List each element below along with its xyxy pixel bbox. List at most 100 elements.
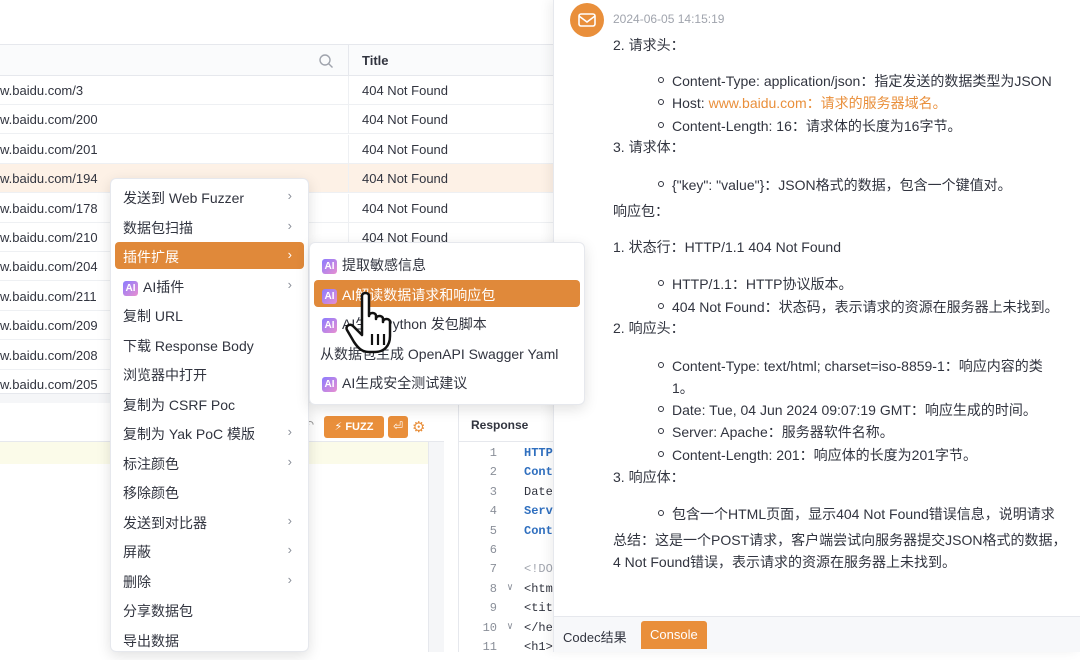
menu-item[interactable]: 插件扩展 › — [115, 242, 304, 269]
menu-item[interactable]: 数据包扫描 › — [115, 213, 304, 240]
line-text: Cont — [524, 523, 553, 538]
answer-line: 1. 状态行：HTTP/1.1 404 Not Found — [613, 239, 841, 255]
menu-item[interactable]: 标注颜色 › — [115, 449, 304, 476]
submenu-item-label: AI AI生成安全测试建议 — [322, 373, 467, 393]
code-line: 9 <tit — [459, 601, 554, 621]
line-text: Serv — [524, 504, 553, 519]
line-number: 3 — [489, 484, 497, 499]
row-title: 404 Not Found — [362, 112, 449, 128]
ai-answer-panel: 2024-06-05 14:15:19 2. 请求头： Content-Type:… — [553, 0, 1080, 652]
menu-item-text: AI插件 — [143, 278, 185, 295]
answer-line: Host: www.baidu.com：请求的服务器域名。 — [672, 93, 947, 113]
menu-item-text: 复制为 CSRF Poc — [123, 396, 236, 413]
menu-item-label: 屏蔽 — [123, 542, 151, 562]
submenu-item-text: 提取敏感信息 — [342, 257, 426, 273]
answer-line: Content-Type: application/json：指定发送的数据类型… — [672, 73, 1052, 89]
row-url: w.baidu.com/200 — [0, 112, 98, 128]
line-number: 5 — [489, 523, 497, 538]
menu-item[interactable]: 删除 › — [115, 567, 304, 594]
menu-item[interactable]: 复制为 Yak PoC 模版 › — [115, 419, 304, 446]
tab-console[interactable]: Console — [641, 621, 707, 649]
scrollbar[interactable] — [428, 442, 444, 652]
menu-item-label: 插件扩展 — [123, 247, 179, 267]
menu-item[interactable]: 浏览器中打开 — [115, 360, 304, 387]
tab-codec[interactable]: Codec结果 — [554, 621, 636, 649]
code-line: 11 <h1> — [459, 640, 554, 660]
answer-line: 404 Not Found：状态码，表示请求的资源在服务器上未找到。 — [672, 299, 1059, 315]
menu-item-label: 浏览器中打开 — [123, 365, 207, 385]
submenu-item-label: AI 提取敏感信息 — [322, 255, 426, 275]
chevron-right-icon: › — [287, 188, 292, 203]
menu-item-label: 移除颜色 — [123, 483, 179, 503]
menu-item-text: 发送到对比器 — [123, 514, 207, 531]
chevron-down-icon[interactable]: ∨ — [507, 621, 513, 633]
chevron-right-icon: › — [287, 571, 292, 587]
list-bullet — [658, 99, 664, 105]
menu-item-text: 浏览器中打开 — [123, 367, 207, 383]
list-bullet — [658, 280, 664, 286]
submenu-item-text: AI生成安全测试建议 — [342, 375, 468, 391]
menu-item[interactable]: 发送到 Web Fuzzer › — [115, 183, 304, 210]
menu-item[interactable]: 复制为 CSRF Poc — [115, 390, 304, 417]
list-bullet — [658, 451, 664, 457]
search-icon[interactable] — [318, 53, 334, 69]
table-row[interactable]: w.baidu.com/200 404 Not Found — [0, 105, 553, 135]
code-line: 8 ∨ <htm — [459, 582, 554, 602]
chevron-right-icon: › — [287, 424, 292, 439]
row-title: 404 Not Found — [362, 141, 449, 157]
answer-line: 1。 — [672, 380, 694, 396]
message-timestamp: 2024-06-05 14:15:19 — [613, 12, 725, 26]
column-divider — [348, 45, 349, 77]
bottom-tabs: Codec结果 Console — [554, 616, 1080, 652]
ai-icon: AI — [322, 288, 337, 304]
menu-item-text: 复制 URL — [123, 308, 183, 324]
menu-item[interactable]: AI AI插件 › — [115, 272, 304, 299]
answer-line: Date: Tue, 04 Jun 2024 09:07:19 GMT：响应生成… — [672, 402, 1037, 418]
row-url: w.baidu.com/211 — [0, 288, 97, 304]
response-editor[interactable]: Response 1 HTTP 2 Cont 3 Date 4 Serv 5 Cont 6 7 <!DO… — [458, 404, 554, 654]
line-text: <!DO — [524, 562, 553, 577]
line-text: <htm — [524, 581, 553, 596]
code-line: 7 <!DO — [459, 562, 554, 582]
answer-line: Content-Length: 16：请求体的长度为16字节。 — [672, 118, 962, 134]
menu-item[interactable]: 下载 Response Body — [115, 331, 304, 358]
code-line: 1 HTTP — [459, 446, 554, 466]
menu-item[interactable]: 屏蔽 › — [115, 537, 304, 564]
title-column-header[interactable]: Title — [362, 53, 389, 68]
enter-icon[interactable]: ⏎ — [388, 416, 408, 438]
answer-line: 4 Not Found错误，表示请求的资源在服务器上未找到。 — [613, 554, 957, 570]
submenu-item[interactable]: AI AI生成安全测试建议 — [314, 368, 580, 395]
submenu-item[interactable]: AI 提取敏感信息 — [314, 250, 580, 277]
row-url: w.baidu.com/194 — [0, 171, 98, 187]
row-url: w.baidu.com/178 — [0, 200, 98, 216]
answer-line: 3. 响应体： — [613, 469, 685, 485]
menu-item[interactable]: 发送到对比器 › — [115, 508, 304, 535]
table-header: Title — [0, 44, 553, 77]
code-line: 4 Serv — [459, 504, 554, 524]
chevron-right-icon: › — [287, 542, 292, 557]
table-row[interactable]: w.baidu.com/3 404 Not Found — [0, 76, 553, 105]
gear-icon[interactable]: ⚙ — [412, 418, 430, 436]
code-line: 3 Date — [459, 485, 554, 505]
menu-item[interactable]: 分享数据包 — [115, 596, 304, 623]
menu-item-text: 分享数据包 — [123, 603, 193, 619]
ai-icon: AI — [123, 280, 138, 296]
line-number: 1 — [489, 446, 497, 460]
menu-item-label: 复制为 Yak PoC 模版 — [123, 424, 255, 444]
answer-line: 2. 请求头： — [613, 37, 685, 53]
menu-item-text: 屏蔽 — [123, 544, 151, 560]
ai-icon: AI — [322, 318, 337, 333]
menu-item[interactable]: 移除颜色 — [115, 478, 304, 505]
answer-line: {"key": "value"}：JSON格式的数据，包含一个键值对。 — [672, 177, 1012, 193]
table-row[interactable]: w.baidu.com/201 404 Not Found — [0, 134, 553, 164]
list-bullet — [658, 406, 664, 412]
line-text: Cont — [524, 465, 553, 480]
line-number: 8 — [489, 581, 497, 596]
fuzz-button[interactable]: ⚡ FUZZ — [324, 416, 384, 438]
menu-item[interactable]: 导出数据 — [115, 626, 304, 653]
row-url: w.baidu.com/205 — [0, 377, 98, 392]
code-line: 2 Cont — [459, 465, 554, 485]
column-divider — [348, 105, 349, 135]
chevron-down-icon[interactable]: ∨ — [507, 582, 513, 594]
menu-item[interactable]: 复制 URL — [115, 301, 304, 328]
